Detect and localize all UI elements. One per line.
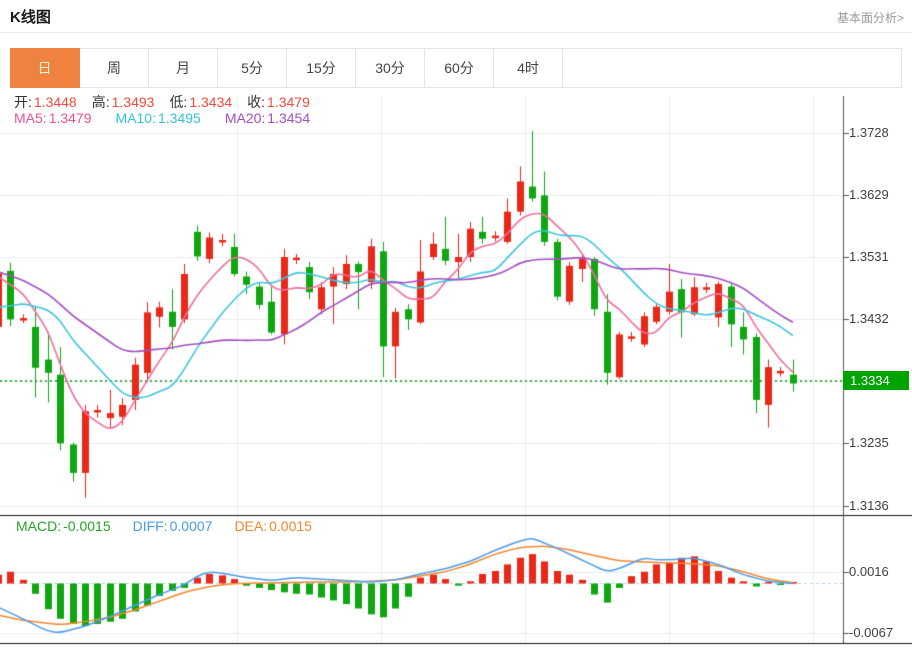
macd-tick: -0.0067 <box>849 624 894 640</box>
tab-day[interactable]: 日 <box>10 48 80 88</box>
macd-tick: 0.0016 <box>849 563 889 579</box>
price-tick: 1.3629 <box>849 187 889 203</box>
price-tick: 1.3531 <box>849 249 889 264</box>
diff-value: DIFF: 0.0007 <box>132 518 213 534</box>
macd-legend: MACD: -0.0015 DIFF: 0.0007 DEA: 0.0015 <box>16 518 312 534</box>
price-tick: 1.3136 <box>849 497 889 513</box>
open-value: 开: 1.3448 <box>14 94 77 110</box>
ma10-value: MA10: 1.3495 <box>115 110 201 126</box>
close-value: 收: 1.3479 <box>247 94 310 110</box>
price-tick: 1.3432 <box>849 311 889 327</box>
ma5-value: MA5: 1.3479 <box>14 110 92 126</box>
ohlc-legend: 开: 1.3448 高: 1.3493 低: 1.3434 收: 1.3479 <box>14 92 310 112</box>
price-tick: 1.3728 <box>849 125 889 141</box>
ma-legend: MA5: 1.3479 MA10: 1.3495 MA20: 1.3454 <box>14 110 310 126</box>
last-price-badge: 1.3334 <box>843 371 909 390</box>
macd-value: MACD: -0.0015 <box>16 518 111 534</box>
kline-page: K线图 基本面分析> 日 周 月 5分 15分 30分 60分 4时 开:1.3… <box>0 0 912 649</box>
dea-value: DEA: 0.0015 <box>234 518 312 534</box>
low-value: 低: 1.3434 <box>169 94 233 110</box>
high-value: 高: 1.3493 <box>91 94 155 110</box>
ma20-value: MA20: 1.3454 <box>224 110 311 126</box>
price-tick: 1.3235 <box>849 435 889 451</box>
